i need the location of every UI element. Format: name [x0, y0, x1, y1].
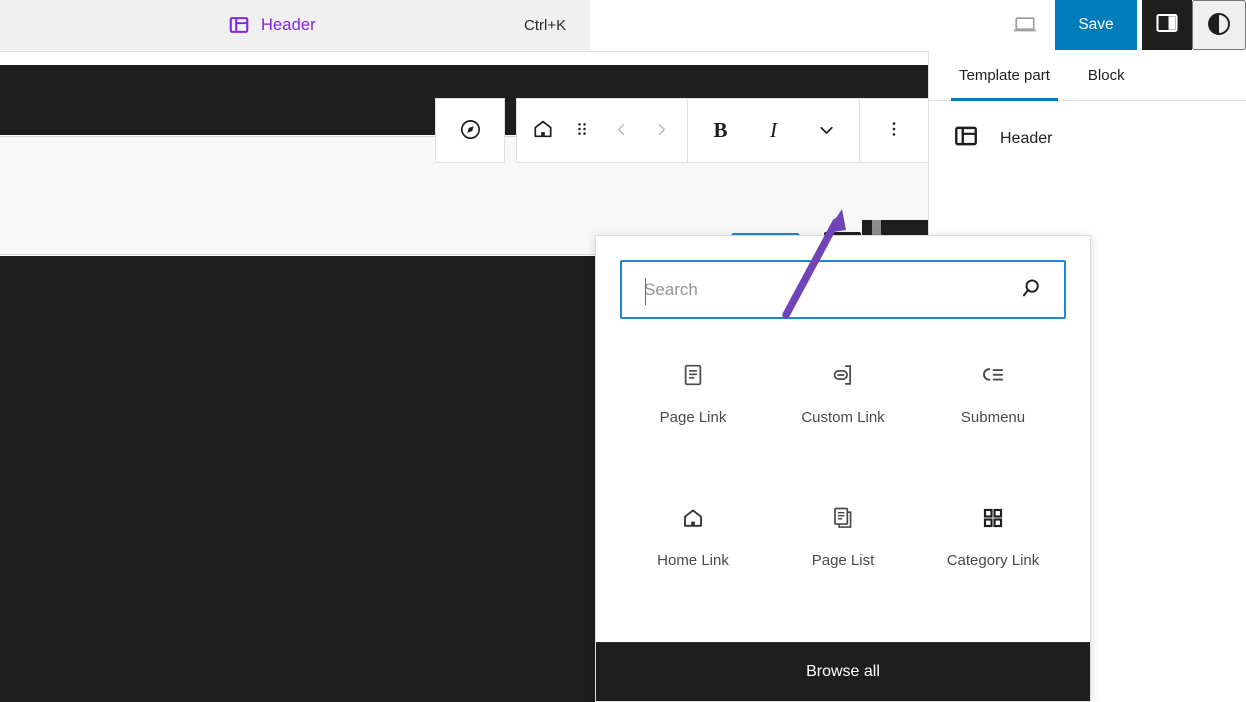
move-block-right-button[interactable] — [642, 107, 682, 155]
inserter-block-label: Page List — [811, 551, 875, 569]
inserter-block-label: Custom Link — [801, 409, 885, 426]
block-toolbar: B I — [435, 98, 929, 163]
drag-handle-dots-icon — [572, 119, 592, 142]
contrast-half-circle-icon — [1206, 11, 1232, 40]
inserter-block-page-link[interactable]: Page Link — [618, 347, 768, 490]
block-toolbar-block-group — [516, 98, 688, 163]
custom-link-icon — [830, 361, 856, 389]
inserter-block-label: Category Link — [946, 551, 1040, 569]
command-palette-bar[interactable]: Header Ctrl+K — [0, 0, 590, 50]
inserter-block-home-link[interactable]: Home Link — [618, 490, 768, 633]
sidebar-template-part-label: Header — [1000, 129, 1053, 147]
sidebar-content: Header — [929, 101, 1246, 176]
page-list-stacked-icon — [830, 504, 856, 532]
device-preview-button[interactable] — [995, 0, 1055, 50]
block-toolbar-format-group: B I — [688, 98, 860, 163]
template-part-icon — [953, 123, 979, 154]
top-bar-actions: Save — [995, 0, 1246, 51]
block-type-button[interactable] — [523, 107, 563, 155]
move-block-left-button[interactable] — [602, 107, 642, 155]
italic-button[interactable]: I — [752, 107, 796, 155]
search-input[interactable] — [622, 262, 1064, 317]
drag-block-handle[interactable] — [563, 107, 603, 155]
home-icon — [680, 504, 706, 532]
home-icon — [531, 117, 555, 144]
bold-button[interactable]: B — [699, 107, 743, 155]
tab-block[interactable]: Block — [1082, 51, 1131, 100]
settings-sidebar-toggle[interactable] — [1142, 0, 1192, 50]
chevron-left-icon — [613, 119, 630, 143]
sidebar-tab-list: Template part Block — [929, 51, 1246, 101]
styles-button[interactable] — [1192, 0, 1246, 50]
search-magnifier-icon — [1020, 275, 1046, 304]
page-document-icon — [680, 361, 706, 389]
wordpress-site-editor: Header Ctrl+K Save B I Search Page Link … — [0, 0, 1246, 702]
inserter-block-label: Page Link — [659, 409, 727, 426]
inserter-block-label: Home Link — [657, 551, 729, 569]
inserter-block-category-link[interactable]: Category Link — [918, 490, 1068, 633]
block-toolbar-options-group — [860, 98, 929, 163]
category-grid-icon — [980, 504, 1006, 532]
sidebar-template-part-row: Header — [953, 123, 1222, 154]
command-palette-shortcut: Ctrl+K — [524, 16, 567, 34]
chevron-right-icon — [653, 119, 670, 143]
device-laptop-icon — [1011, 10, 1039, 41]
browse-all-button[interactable]: Browse all — [596, 642, 1090, 701]
more-formatting-button[interactable] — [805, 107, 849, 155]
command-palette-label: Header — [261, 15, 316, 34]
inserter-block-submenu[interactable]: Submenu — [918, 347, 1068, 490]
command-palette-current: Header — [228, 0, 316, 50]
save-button[interactable]: Save — [1055, 0, 1137, 50]
inserter-block-label: Submenu — [960, 409, 1026, 426]
template-part-icon — [228, 14, 250, 36]
submenu-icon — [980, 361, 1006, 389]
tab-template-part[interactable]: Template part — [951, 51, 1058, 101]
inserter-block-page-list[interactable]: Page List — [768, 490, 918, 633]
inserter-block-custom-link[interactable]: Custom Link — [768, 347, 918, 490]
block-inserter-popover: Page Link Custom Link — [595, 235, 1091, 702]
sidebar-toggle-icon — [1154, 10, 1180, 41]
navigation-compass-icon — [458, 117, 483, 145]
inserter-search-area — [596, 236, 1090, 319]
inserter-block-grid: Page Link Custom Link Submenu Home Link … — [596, 319, 1090, 642]
search-submit-button[interactable] — [1016, 273, 1050, 307]
chevron-down-icon — [816, 119, 837, 143]
text-cursor-caret — [645, 278, 646, 305]
block-options-button[interactable] — [872, 107, 916, 155]
more-vertical-dots-icon — [884, 119, 904, 142]
editor-top-bar: Header Ctrl+K Save — [0, 0, 1246, 51]
block-toolbar-parent-group — [435, 98, 505, 163]
inserter-search-box[interactable] — [620, 260, 1066, 319]
select-parent-navigation-button[interactable] — [448, 107, 492, 155]
